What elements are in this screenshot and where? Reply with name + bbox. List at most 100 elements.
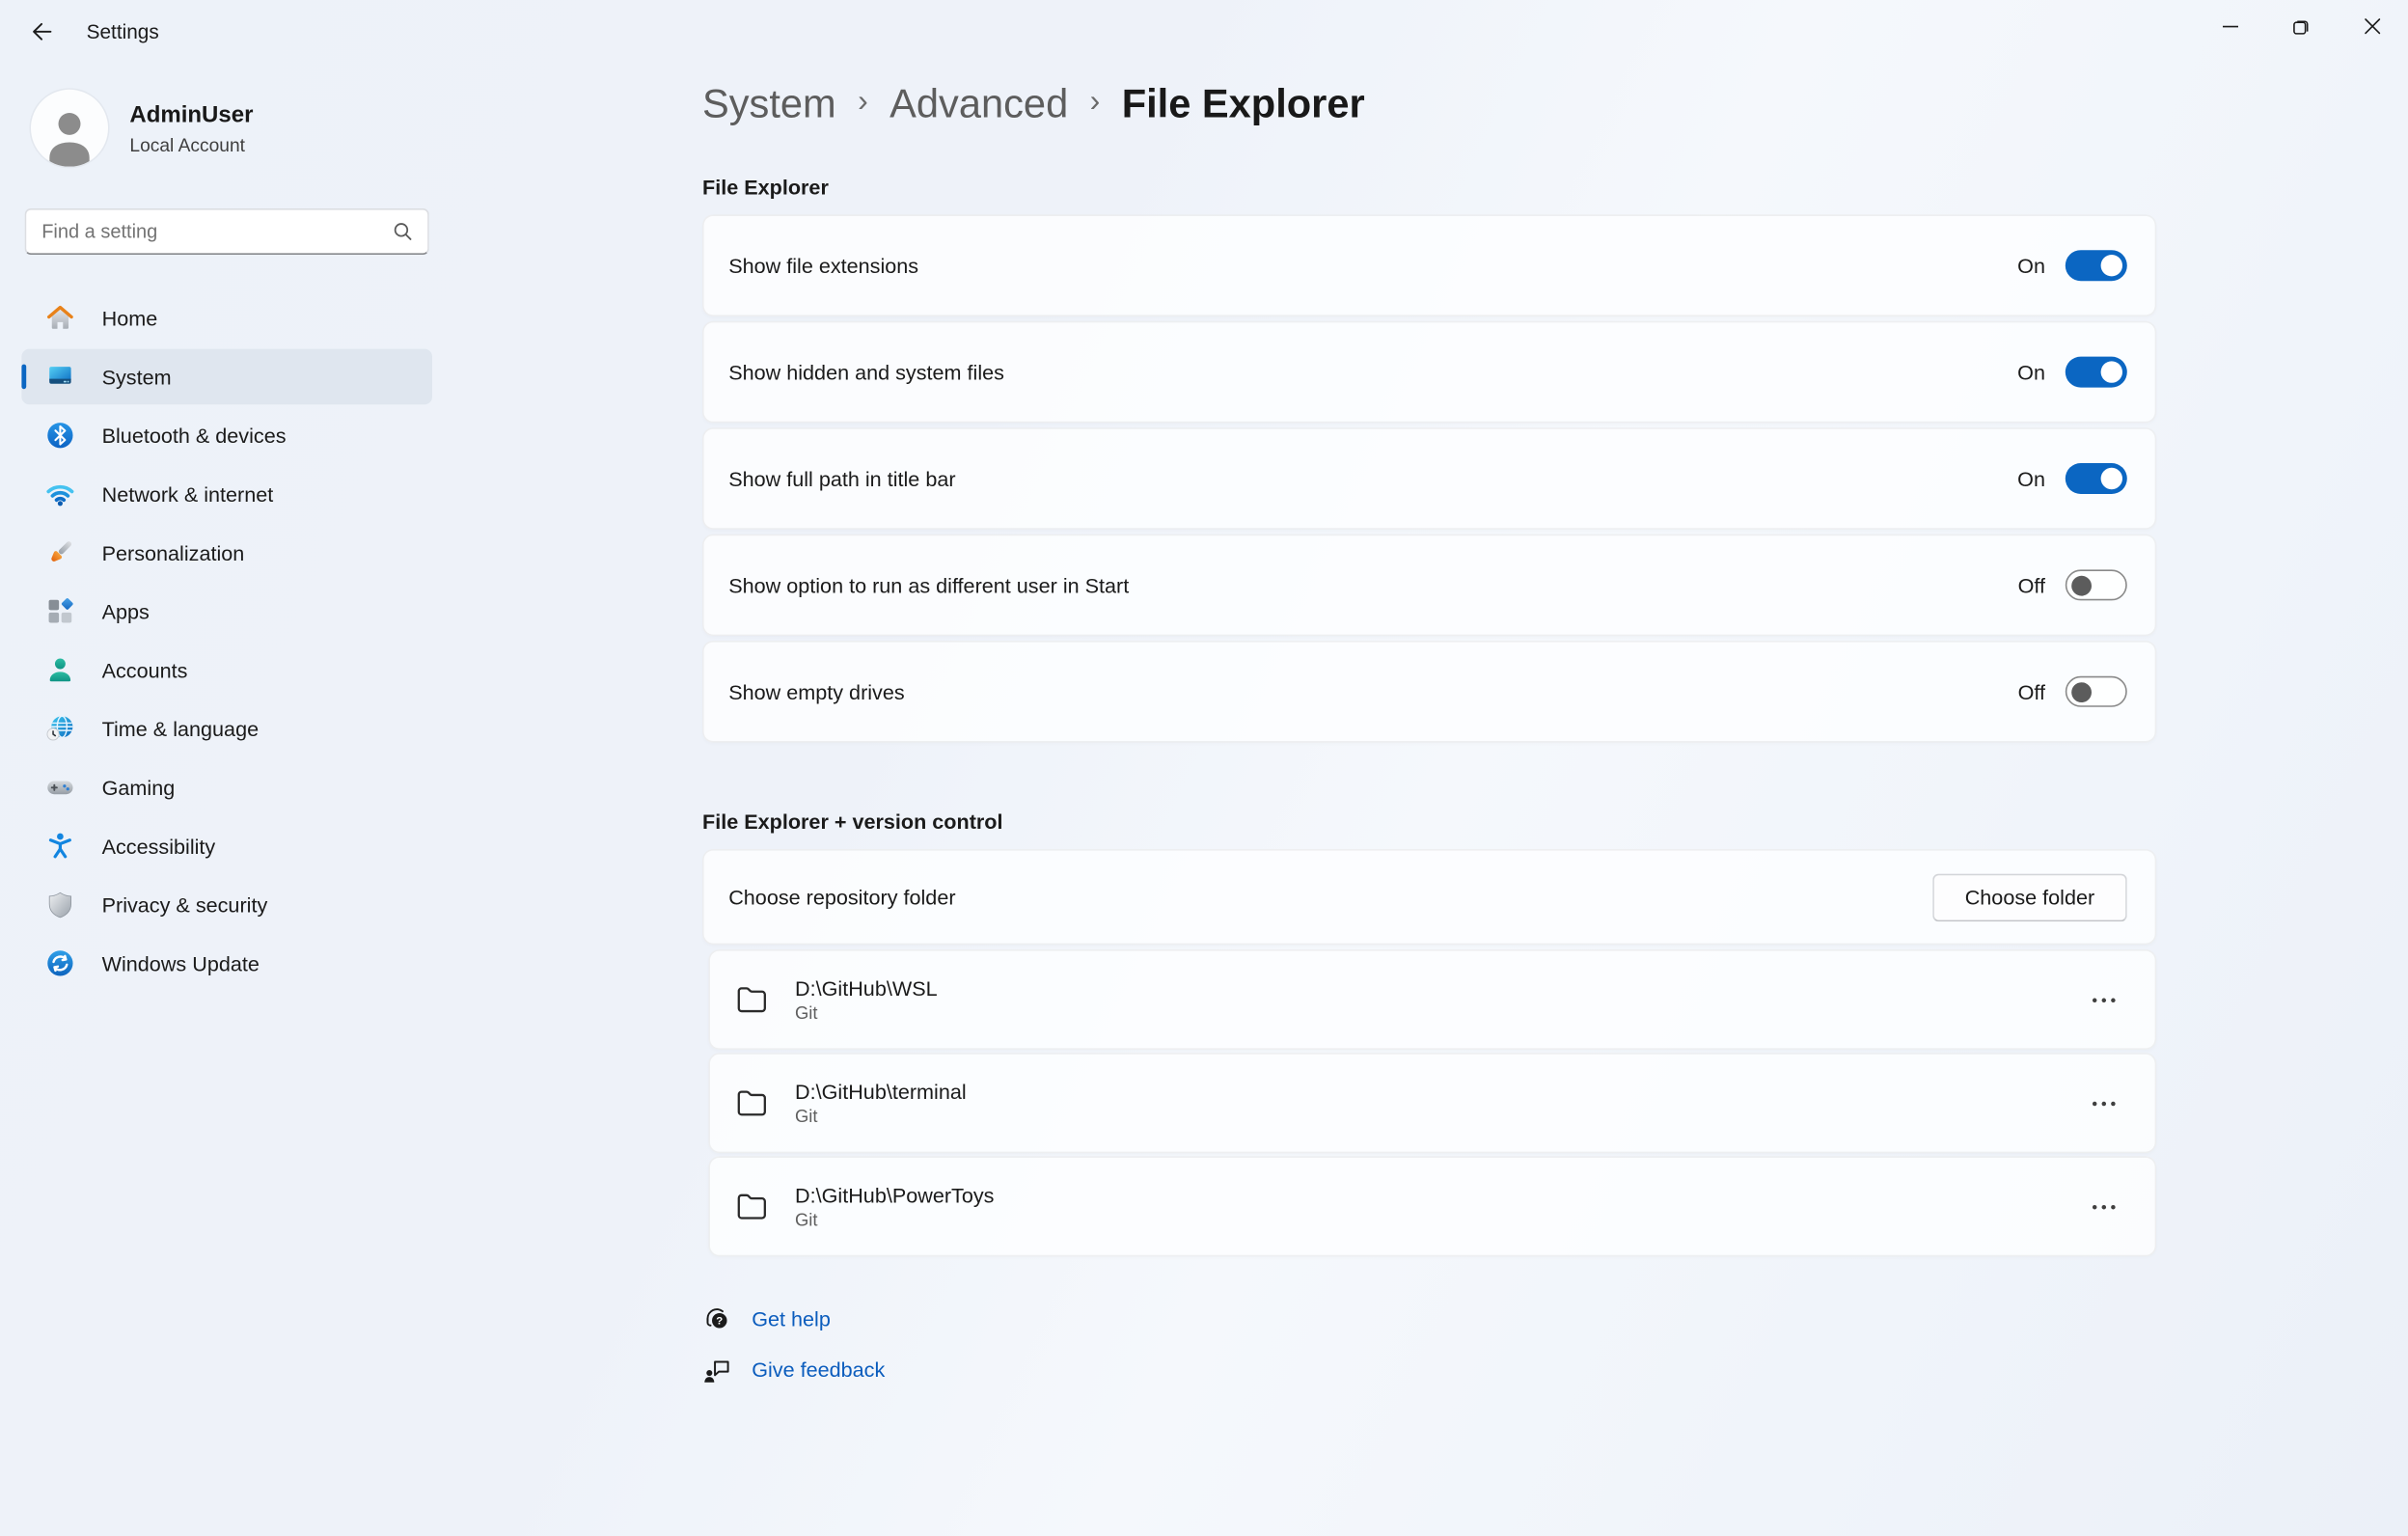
toggle-thumb — [2101, 468, 2122, 489]
folder-icon — [735, 1086, 771, 1119]
repository-type: Git — [795, 1211, 994, 1229]
breadcrumb-separator: › — [858, 85, 868, 121]
setting-row-show-hidden-system-files: Show hidden and system files On — [702, 321, 2156, 424]
more-options-button[interactable] — [2081, 982, 2127, 1016]
section-heading-version-control: File Explorer + version control — [702, 810, 2161, 834]
get-help-icon: ? — [702, 1304, 731, 1333]
toggle-switch[interactable] — [2066, 250, 2127, 281]
section-heading-file-explorer: File Explorer — [702, 176, 2161, 199]
toggle-switch[interactable] — [2066, 463, 2127, 494]
sidebar-item-accounts[interactable]: Accounts — [21, 643, 432, 699]
give-feedback-link[interactable]: Give feedback — [752, 1358, 885, 1382]
sidebar-item-label: Privacy & security — [102, 893, 268, 917]
sidebar-item-apps[interactable]: Apps — [21, 584, 432, 640]
breadcrumb-separator: › — [1090, 85, 1101, 121]
breadcrumb: System › Advanced › File Explorer — [702, 80, 2161, 128]
page-title: File Explorer — [1122, 80, 1365, 128]
get-help-link[interactable]: Get help — [752, 1307, 831, 1330]
breadcrumb-system[interactable]: System — [702, 80, 836, 128]
sidebar: AdminUser Local Account Home — [0, 62, 457, 994]
more-icon — [2090, 1098, 2118, 1108]
repository-row-wsl: D:\GitHub\WSL Git — [708, 949, 2156, 1050]
windows-update-icon — [44, 947, 75, 978]
more-options-button[interactable] — [2081, 1086, 2127, 1120]
breadcrumb-advanced[interactable]: Advanced — [889, 80, 1068, 128]
sidebar-item-home[interactable]: Home — [21, 290, 432, 346]
sidebar-item-windows-update[interactable]: Windows Update — [21, 936, 432, 992]
sidebar-item-gaming[interactable]: Gaming — [21, 759, 432, 815]
svg-text:?: ? — [716, 1316, 723, 1328]
choose-folder-button[interactable]: Choose folder — [1932, 873, 2127, 921]
accounts-icon — [44, 654, 75, 685]
sidebar-item-label: Apps — [102, 600, 150, 623]
apps-icon — [44, 596, 75, 627]
avatar — [31, 90, 108, 167]
bluetooth-icon — [44, 420, 75, 451]
toggle-state-label: Off — [2018, 573, 2045, 596]
user-profile[interactable]: AdminUser Local Account — [31, 90, 457, 167]
accessibility-icon — [44, 831, 75, 862]
setting-label: Show file extensions — [728, 254, 2017, 277]
search-icon — [391, 219, 416, 244]
repository-path: D:\GitHub\PowerToys — [795, 1183, 994, 1206]
time-language-icon — [44, 713, 75, 744]
minimize-button[interactable] — [2195, 0, 2266, 52]
sidebar-nav: Home System Bluetooth & devices — [21, 290, 432, 991]
sidebar-item-label: Accounts — [102, 658, 188, 681]
sidebar-item-label: Bluetooth & devices — [102, 424, 287, 447]
toggle-state-label: On — [2017, 361, 2045, 384]
setting-row-run-as-different-user: Show option to run as different user in … — [702, 535, 2156, 637]
repository-row-powertoys: D:\GitHub\PowerToys Git — [708, 1156, 2156, 1256]
sidebar-item-label: Windows Update — [102, 951, 260, 974]
toggle-state-label: On — [2017, 254, 2045, 277]
sidebar-item-label: Home — [102, 307, 158, 330]
sidebar-item-network-internet[interactable]: Network & internet — [21, 466, 432, 522]
toggle-thumb — [2101, 361, 2122, 382]
folder-icon — [735, 983, 771, 1016]
toggle-card-list: Show file extensions On Show hidden and … — [702, 214, 2161, 742]
setting-label: Show empty drives — [728, 680, 2017, 703]
setting-label: Choose repository folder — [728, 886, 1932, 909]
close-button[interactable] — [2337, 0, 2408, 52]
sidebar-item-label: System — [102, 365, 172, 388]
sidebar-item-accessibility[interactable]: Accessibility — [21, 818, 432, 874]
sidebar-item-label: Gaming — [102, 776, 176, 799]
title-bar: Settings — [0, 0, 2408, 62]
sidebar-item-label: Time & language — [102, 717, 260, 740]
get-help-row: ? Get help — [702, 1304, 2161, 1333]
give-feedback-icon — [702, 1356, 731, 1385]
setting-label: Show full path in title bar — [728, 467, 2017, 490]
gaming-icon — [44, 772, 75, 803]
sidebar-item-bluetooth-devices[interactable]: Bluetooth & devices — [21, 407, 432, 463]
main-content: System › Advanced › File Explorer File E… — [702, 62, 2161, 1407]
sidebar-item-system[interactable]: System — [21, 349, 432, 405]
sidebar-item-privacy-security[interactable]: Privacy & security — [21, 877, 432, 933]
sidebar-item-label: Accessibility — [102, 835, 216, 858]
toggle-switch[interactable] — [2066, 676, 2127, 707]
personalization-icon — [44, 537, 75, 568]
toggle-thumb — [2071, 575, 2092, 595]
setting-row-show-file-extensions: Show file extensions On — [702, 214, 2156, 316]
toggle-switch[interactable] — [2066, 357, 2127, 388]
sidebar-item-personalization[interactable]: Personalization — [21, 525, 432, 581]
setting-label: Show option to run as different user in … — [728, 573, 2017, 596]
choose-repository-folder-row: Choose repository folder Choose folder — [702, 849, 2156, 945]
search-input[interactable] — [26, 210, 427, 254]
toggle-switch[interactable] — [2066, 569, 2127, 600]
sidebar-item-label: Personalization — [102, 541, 245, 564]
setting-row-show-empty-drives: Show empty drives Off — [702, 641, 2156, 743]
repository-type: Git — [795, 1108, 967, 1126]
search-box — [25, 208, 429, 255]
maximize-button[interactable] — [2266, 0, 2338, 52]
setting-row-show-full-path: Show full path in title bar On — [702, 427, 2156, 530]
back-button[interactable] — [13, 8, 68, 54]
selected-indicator — [21, 365, 26, 390]
folder-icon — [735, 1191, 771, 1223]
more-icon — [2090, 1202, 2118, 1212]
sidebar-item-time-language[interactable]: Time & language — [21, 700, 432, 756]
user-account-type: Local Account — [129, 133, 253, 154]
more-options-button[interactable] — [2081, 1190, 2127, 1223]
network-icon — [44, 479, 75, 509]
version-control-card-list: Choose repository folder Choose folder D… — [702, 849, 2161, 1256]
system-icon — [44, 361, 75, 392]
